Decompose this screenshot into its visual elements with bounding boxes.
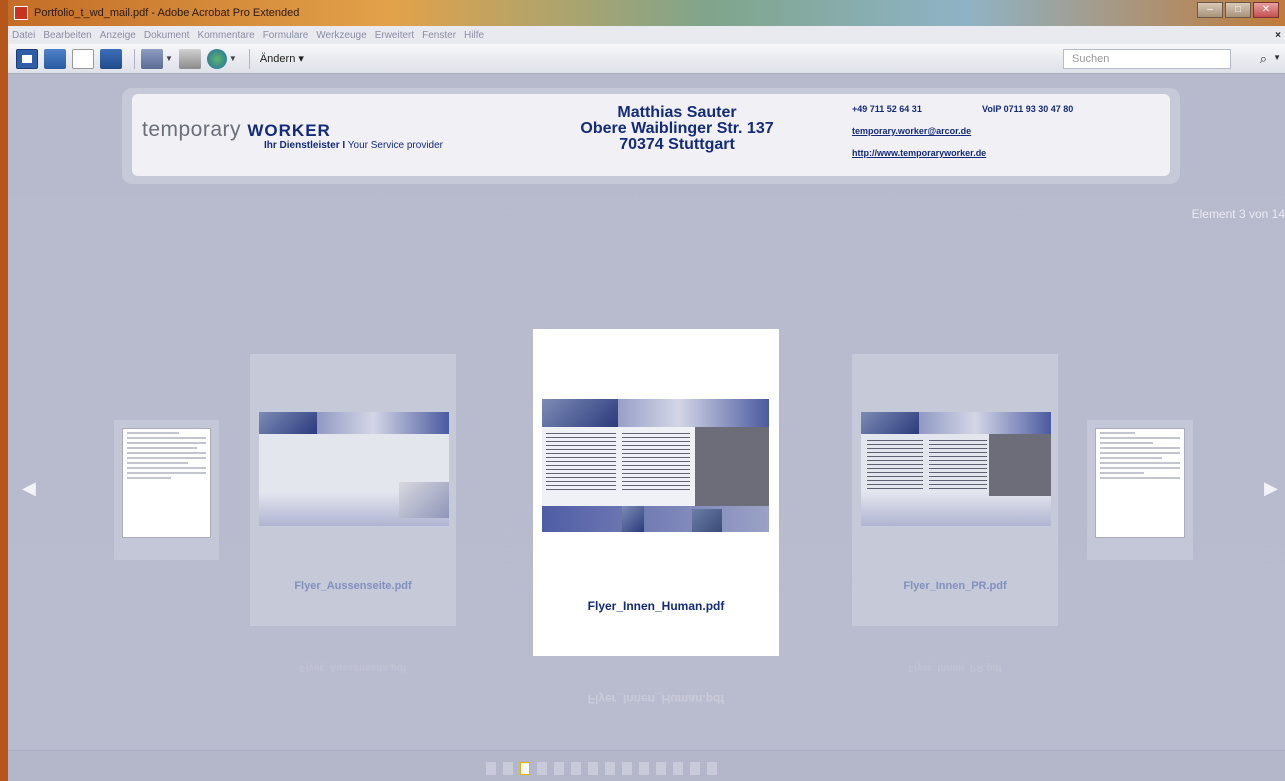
menu-erweitert[interactable]: Erweitert [375, 30, 414, 41]
search-input[interactable]: Suchen [1063, 49, 1231, 69]
menu-hilfe[interactable]: Hilfe [464, 30, 484, 41]
logo-separator: I [342, 140, 346, 151]
reflection-active: Flyer_Innen_Human.pdf [587, 692, 725, 706]
contact-address: Matthias Sauter Obere Waiblinger Str. 13… [557, 105, 797, 153]
contact-voip: VoIP 0711 93 30 47 80 [982, 104, 1074, 114]
page-indicator-bar [8, 750, 1285, 781]
toolbar: ▼ ▼ Ändern ▾ Suchen ⌕ ▼ [8, 44, 1285, 74]
logo-word: temporary [142, 118, 242, 141]
flyer-innen-pr-preview [861, 412, 1051, 526]
home-icon [22, 54, 32, 63]
company-logo: temporary WORKER Ihr Dienstleister I You… [142, 118, 443, 151]
menu-werkzeuge[interactable]: Werkzeuge [316, 30, 366, 41]
contact-city: 70374 Stuttgart [619, 136, 735, 153]
thumb-flyer-aussenseite[interactable]: Flyer_Aussenseite.pdf [250, 354, 456, 626]
logo-tagline-en: Your Service provider [347, 140, 443, 151]
card-view-button[interactable] [100, 48, 122, 69]
menu-fenster[interactable]: Fenster [422, 30, 456, 41]
thumb-flyer-innen-human[interactable]: Flyer_Innen_Human.pdf [533, 329, 779, 656]
email-link[interactable]: temporary.worker@arcor.de [852, 126, 971, 136]
home-button[interactable] [16, 48, 38, 69]
menu-kommentare[interactable]: Kommentare [197, 30, 254, 41]
page-dot[interactable] [605, 762, 615, 775]
title-bar: Portfolio_t_wd_mail.pdf - Adobe Acrobat … [8, 0, 1285, 26]
search-dropdown-icon[interactable]: ▼ [1273, 53, 1281, 62]
thumb-label-active: Flyer_Innen_Human.pdf [587, 599, 725, 613]
list-view-button[interactable] [44, 48, 66, 69]
menu-anzeige[interactable]: Anzeige [100, 30, 136, 41]
flyer-aussenseite-preview [259, 412, 449, 526]
thumb-flyer-innen-pr[interactable]: Flyer_Innen_PR.pdf [852, 354, 1058, 626]
page-dot[interactable] [571, 762, 581, 775]
modify-menu-button[interactable]: Ändern ▾ [260, 52, 304, 65]
page-dot[interactable] [588, 762, 598, 775]
page-dot[interactable] [486, 762, 496, 775]
page-view-button[interactable] [72, 48, 94, 69]
page-dot[interactable] [520, 762, 530, 775]
contact-phone: +49 711 52 64 31 [852, 104, 922, 114]
save-button[interactable] [141, 48, 163, 69]
page-dot[interactable] [656, 762, 666, 775]
document-preview [122, 428, 211, 538]
reflection-left: Flyer_Aussenseite.pdf [299, 662, 407, 673]
acrobat-icon [14, 6, 28, 20]
page-dot[interactable] [503, 762, 513, 775]
page-dots [486, 762, 717, 775]
page-dot[interactable] [707, 762, 717, 775]
maximize-button[interactable]: □ [1225, 2, 1251, 18]
contact-name: Matthias Sauter [617, 104, 737, 121]
flyer-innen-human-preview [542, 399, 769, 532]
website-link[interactable]: http://www.temporaryworker.de [852, 148, 986, 158]
page-dot[interactable] [554, 762, 564, 775]
next-arrow-icon[interactable]: ▶ [1264, 478, 1278, 499]
thumb-document-far-left[interactable] [114, 420, 219, 560]
previous-arrow-icon[interactable]: ◀ [22, 478, 36, 499]
header-panel: temporary WORKER Ihr Dienstleister I You… [132, 94, 1170, 176]
page-dot[interactable] [673, 762, 683, 775]
toolbar-separator [248, 48, 250, 69]
page-dot[interactable] [690, 762, 700, 775]
acrobat-window: Portfolio_t_wd_mail.pdf - Adobe Acrobat … [8, 0, 1285, 781]
window-title: Portfolio_t_wd_mail.pdf - Adobe Acrobat … [34, 7, 300, 19]
menu-bearbeiten[interactable]: Bearbeiten [43, 30, 91, 41]
menu-datei[interactable]: Datei [12, 30, 35, 41]
page-dot[interactable] [639, 762, 649, 775]
toolbar-separator [134, 48, 135, 69]
contact-street: Obere Waiblinger Str. 137 [580, 120, 774, 137]
portfolio-content: temporary WORKER Ihr Dienstleister I You… [8, 74, 1285, 781]
portfolio-header: temporary WORKER Ihr Dienstleister I You… [122, 88, 1180, 184]
page-dot[interactable] [622, 762, 632, 775]
document-preview [1095, 428, 1185, 538]
thumb-document-far-right[interactable] [1087, 420, 1193, 560]
menu-formulare[interactable]: Formulare [263, 30, 309, 41]
contact-details: +49 711 52 64 31 VoIP 0711 93 30 47 80 t… [852, 104, 1073, 170]
minimize-button[interactable]: – [1197, 2, 1223, 18]
thumb-label: Flyer_Aussenseite.pdf [294, 580, 412, 592]
share-dropdown-icon[interactable]: ▼ [229, 54, 237, 63]
menu-bar: Datei Bearbeiten Anzeige Dokument Kommen… [8, 26, 1285, 44]
thumb-label: Flyer_Innen_PR.pdf [903, 580, 1007, 592]
logo-bold: WORKER [247, 121, 331, 140]
element-counter: Element 3 von 14 [1191, 207, 1285, 221]
window-controls: – □ ✕ [1197, 2, 1279, 18]
save-dropdown-icon[interactable]: ▼ [165, 54, 173, 63]
close-window-button[interactable]: ✕ [1253, 2, 1279, 18]
close-document-icon[interactable]: × [1275, 30, 1281, 41]
page-dot[interactable] [537, 762, 547, 775]
menu-dokument[interactable]: Dokument [144, 30, 190, 41]
print-button[interactable] [178, 48, 201, 69]
binoculars-icon[interactable]: ⌕ [1260, 51, 1267, 67]
share-globe-button[interactable] [206, 48, 227, 69]
logo-tagline-de: Ihr Dienstleister [264, 140, 340, 151]
reflection-right: Flyer_Innen_PR.pdf [908, 662, 1002, 673]
